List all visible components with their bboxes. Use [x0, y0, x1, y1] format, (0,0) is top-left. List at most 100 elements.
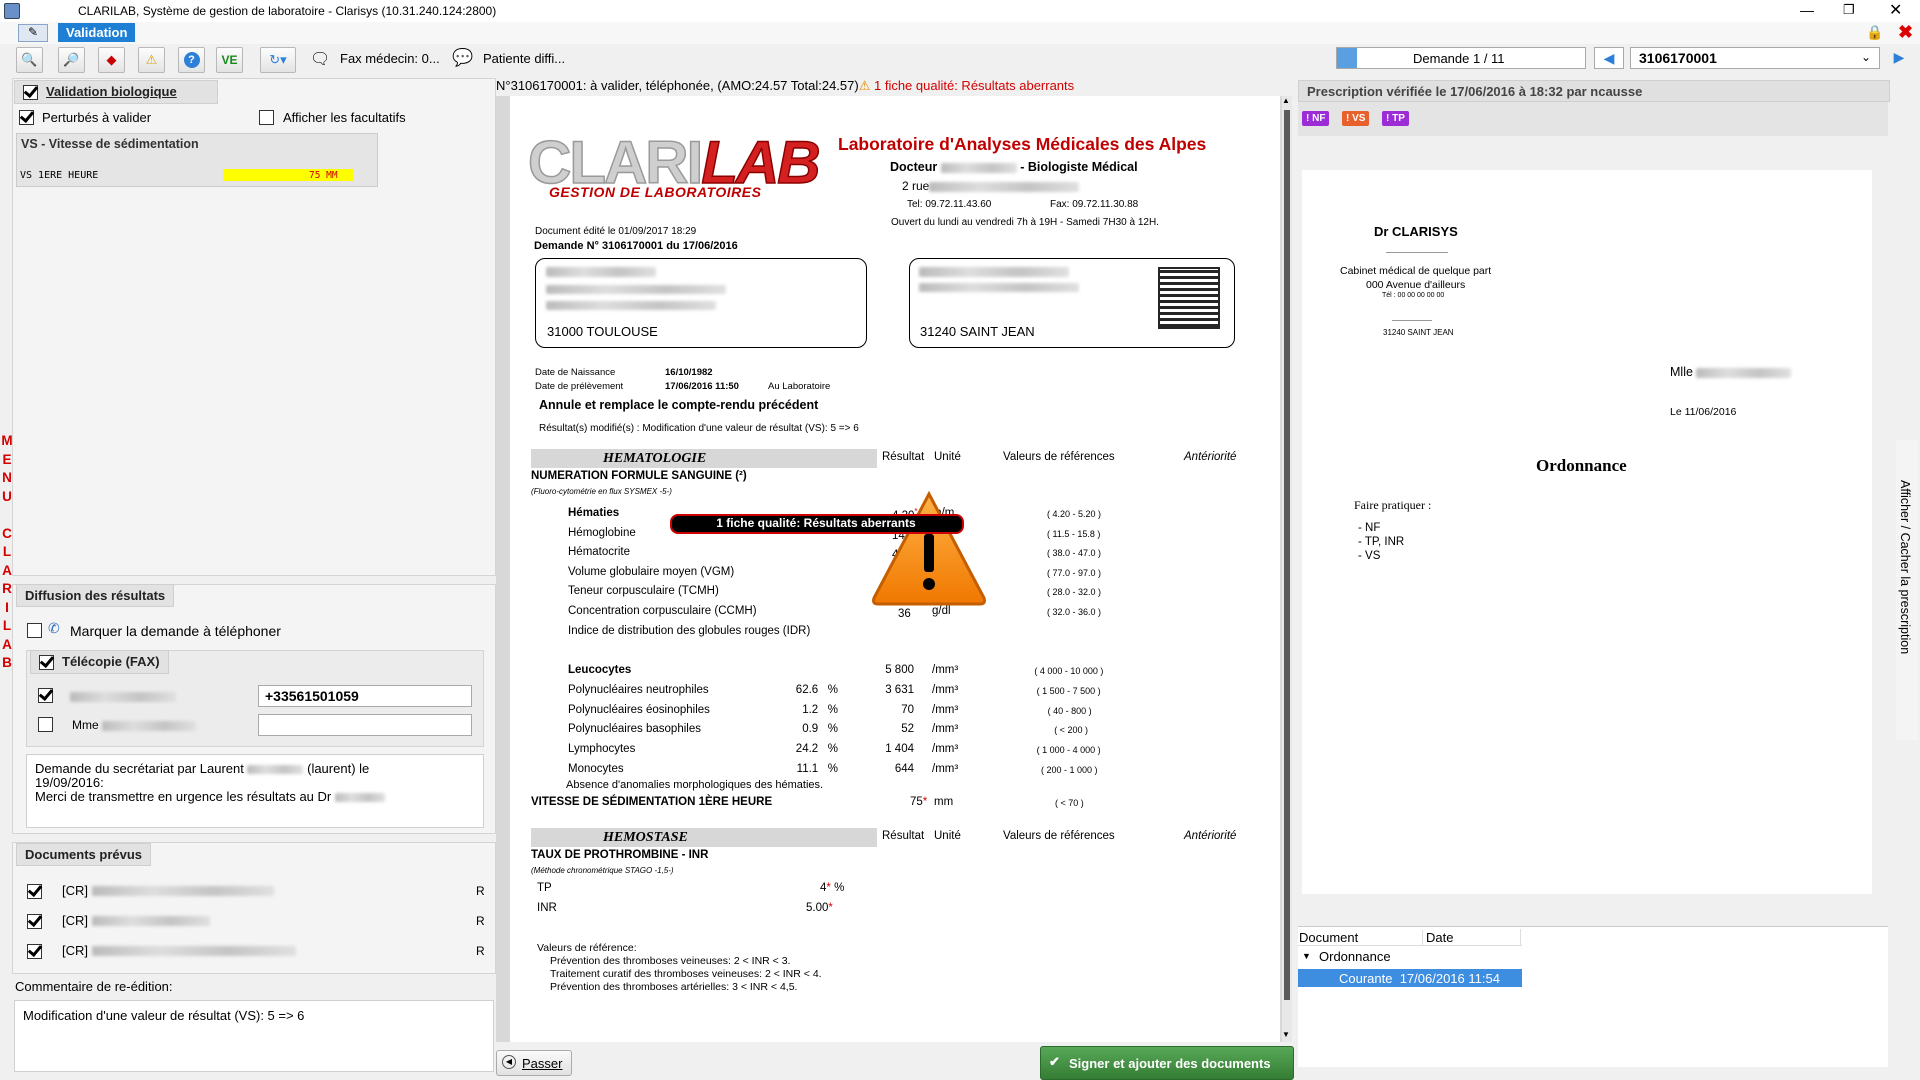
col-date[interactable]: Date — [1422, 930, 1453, 945]
doc-checkbox[interactable] — [27, 884, 42, 899]
marquer-checkbox[interactable] — [27, 623, 42, 638]
close-tab-icon[interactable]: ✖ — [1898, 22, 1913, 43]
scroll-up-icon[interactable]: ▲ — [1282, 96, 1290, 105]
zoom-icon[interactable]: 🔎 — [58, 47, 85, 73]
scroll-thumb[interactable] — [1284, 110, 1290, 1000]
speech-icon: 🗨 — [310, 51, 331, 68]
prescription-tag[interactable]: ! NF — [1302, 111, 1330, 126]
request-select[interactable]: 3106170001 ⌄ — [1630, 47, 1880, 69]
vs-card[interactable]: VS - Vitesse de sédimentation VS 1ERE HE… — [16, 133, 378, 187]
leuco-row-label: Polynucléaires basophiles — [568, 723, 701, 736]
note-line1b: (laurent) le — [307, 761, 370, 776]
qr-code — [1158, 267, 1220, 329]
col-resultat-2: Résultat — [882, 830, 925, 842]
col-date-end — [1520, 929, 1521, 945]
col-unite-2: Unité — [934, 830, 961, 842]
note-line1: Demande du secrétariat par Laurent — [35, 761, 244, 776]
doc-checkbox[interactable] — [27, 914, 42, 929]
tab-validation[interactable]: Validation — [58, 23, 136, 42]
hemostase-title: HEMOSTASE — [603, 830, 688, 845]
validation-checkbox[interactable] — [23, 85, 38, 101]
nfs-method: (Fluoro-cytométrie en flux SYSMEX -5-) — [531, 487, 672, 496]
biologiste-label: - Biologiste Médical — [1020, 160, 1138, 174]
dob-label: Date de Naissance — [535, 367, 616, 378]
modif: Résultat(s) modifié(s) : Modification d'… — [539, 423, 859, 434]
hemato-row-ref: ( 4.20 - 5.20 ) — [1047, 509, 1102, 519]
tag-icon[interactable]: ◆ — [98, 47, 125, 73]
status-line: N°3106170001: à valider, téléphonée, (AM… — [496, 78, 1290, 96]
passer-button[interactable]: ◀ Passer — [496, 1050, 572, 1076]
prev-button[interactable]: ◀ — [1594, 47, 1624, 69]
vs-header: VS - Vitesse de sédimentation — [21, 137, 199, 151]
signer-button[interactable]: ✔ Signer et ajouter des documents — [1040, 1046, 1294, 1080]
next-button[interactable]: ▶ — [1888, 47, 1910, 67]
tree-parent[interactable]: Ordonnance — [1319, 949, 1391, 964]
leuco-row-label: Monocytes — [568, 763, 624, 775]
toggle-prescription-tab[interactable]: Afficher / Cacher la prescription — [1896, 440, 1918, 740]
help-icon[interactable]: ? — [178, 47, 205, 73]
fax-recipient-checkbox-2[interactable] — [38, 717, 53, 732]
warning-icon[interactable]: ⚠ — [138, 47, 165, 73]
tree-expand-icon[interactable]: ▼ — [1302, 951, 1311, 961]
prel-label: Date de prélèvement — [535, 381, 624, 392]
facultatifs-label: Afficher les facultatifs — [283, 110, 406, 125]
hemato-row-label: Hématocrite — [568, 546, 630, 559]
doc-label: [CR] — [62, 943, 88, 958]
leuco-row-pct: 1.2 % — [802, 703, 838, 716]
leuco-row-ref: ( 40 - 800 ) — [1047, 705, 1092, 716]
edited: Document édité le 01/09/2017 18:29 — [535, 226, 697, 237]
leuco-row-label: Lymphocytes — [568, 743, 636, 756]
leuco-row-pct: 62.6 % — [795, 683, 838, 696]
search-icon[interactable]: 🔍 — [16, 47, 43, 73]
maximize-icon[interactable]: ❐ — [1843, 2, 1855, 18]
minimize-icon[interactable]: — — [1800, 2, 1814, 18]
report-scrollbar[interactable]: ▲ ▼ — [1282, 96, 1292, 1042]
hemato-row-label: Volume globulaire moyen (VGM) — [568, 565, 735, 578]
perturbes-checkbox[interactable] — [19, 110, 34, 125]
comment-box[interactable]: Modification d'une valeur de résultat (V… — [14, 1000, 494, 1072]
ve-button[interactable]: VE — [216, 47, 243, 73]
lock-icon[interactable]: 🔒 — [1866, 24, 1883, 41]
leuco-row-ref: ( < 200 ) — [1054, 725, 1088, 736]
scroll-down-icon[interactable]: ▼ — [1282, 1030, 1290, 1039]
request-number: 3106170001 — [1639, 50, 1717, 66]
street-blur — [929, 181, 1080, 192]
leuco-row-unit: /mm³ — [932, 703, 959, 716]
leuco-row-value: 3 631 — [885, 683, 914, 696]
telecopie-checkbox[interactable] — [39, 655, 54, 671]
fax-number-input-2[interactable] — [258, 714, 472, 736]
warning-triangle-icon — [872, 490, 986, 606]
leuco-row-value: 70 — [901, 703, 914, 716]
quality-warning-text: 1 fiche qualité: Résultats aberrants — [716, 516, 916, 530]
tp-inr-title: TAUX DE PROTHROMBINE - INR — [531, 849, 709, 861]
rx-item: - NF — [1358, 522, 1381, 534]
note-dr-blur — [334, 793, 385, 803]
col-document[interactable]: Document — [1299, 930, 1358, 945]
document-tree: Document Date ▼ Ordonnance Courante 17/0… — [1298, 926, 1888, 1067]
patient-label[interactable]: Patiente diffi... — [483, 51, 565, 66]
ref3: Prévention des thromboses artérielles: 3… — [550, 981, 798, 993]
facultatifs-checkbox[interactable] — [259, 110, 274, 125]
note-box: Demande du secrétariat par Laurent (laur… — [26, 754, 484, 828]
note-line2: 19/09/2016: — [35, 775, 104, 790]
signer-label: Signer et ajouter des documents — [1069, 1056, 1271, 1071]
dr-underline — [1386, 252, 1448, 253]
doc-checkbox[interactable] — [27, 944, 42, 959]
prescription-tag[interactable]: ! TP — [1382, 111, 1409, 126]
cab2: 000 Avenue d'ailleurs — [1366, 279, 1466, 291]
hemato-row-ref: ( 38.0 - 47.0 ) — [1047, 548, 1102, 559]
rx-item: - TP, INR — [1358, 536, 1405, 548]
leuco-row-pct: 0.9 % — [802, 723, 838, 736]
tp-unit: % — [834, 882, 845, 894]
menu-icon[interactable]: ✎ — [18, 24, 48, 42]
fax-number-input[interactable]: +33561501059 — [258, 685, 472, 707]
dropdown-button[interactable]: ↻▾ — [260, 47, 296, 73]
prescription-date: Le 11/06/2016 — [1670, 406, 1737, 418]
tree-child-selected[interactable]: Courante 17/06/2016 11:54 — [1298, 969, 1522, 987]
fax-medecin-label[interactable]: Fax médecin: 0... — [340, 51, 440, 66]
fax-recipient-checkbox-1[interactable] — [38, 688, 53, 703]
leuco-row-value: 5 800 — [885, 664, 914, 676]
leuco-row-ref: ( 1 500 - 7 500 ) — [1036, 685, 1101, 696]
close-icon[interactable]: ✕ — [1889, 0, 1902, 20]
prescription-tag[interactable]: ! VS — [1342, 111, 1370, 126]
